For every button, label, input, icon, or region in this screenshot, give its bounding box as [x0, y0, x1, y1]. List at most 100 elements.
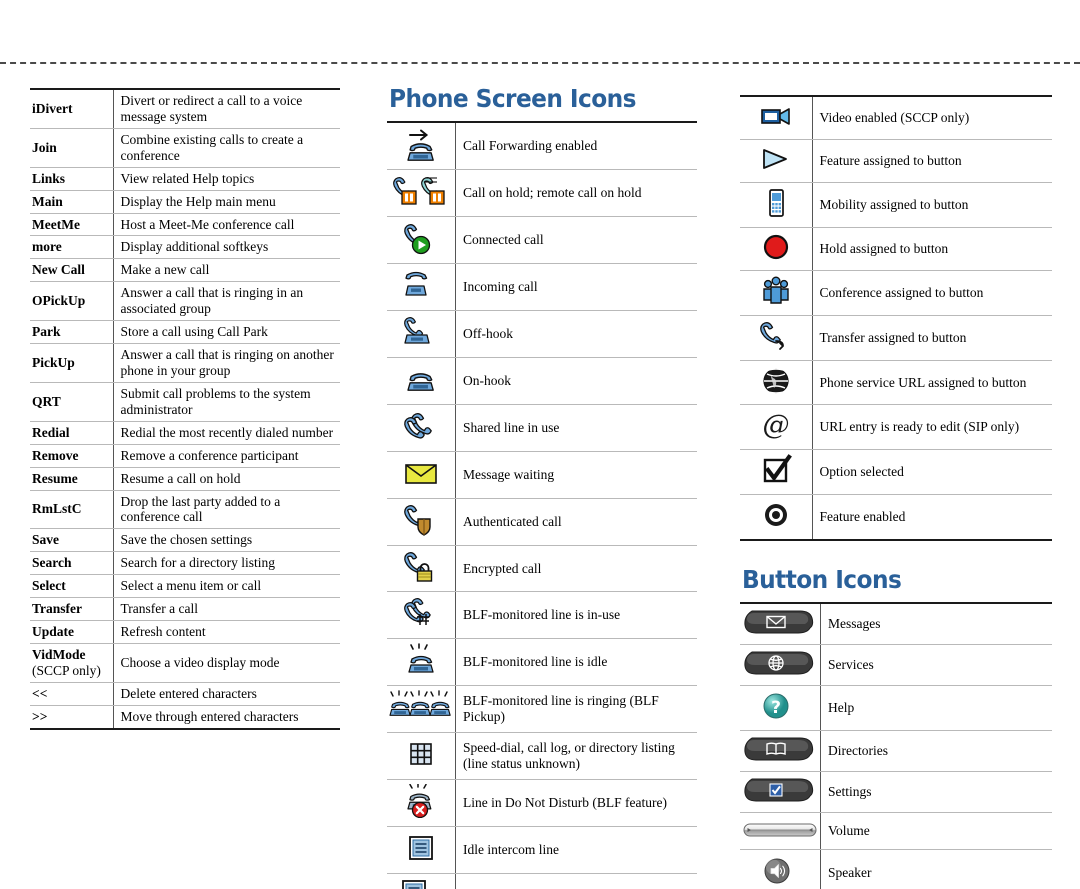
directories-button-icon: [742, 735, 818, 763]
icon-description: Conference assigned to button: [812, 269, 1052, 316]
icon-cell: [387, 638, 456, 687]
table-row: Join Combine existing calls to create a c…: [30, 127, 340, 168]
icon-cell: [387, 544, 456, 593]
table-row: Search Search for a directory listing: [30, 551, 340, 576]
authenticated-call-icon: [401, 503, 441, 537]
table-row: BLF-monitored line is ringing (BLF Picku…: [387, 685, 697, 734]
softkey-description: Move through entered characters: [113, 704, 340, 730]
idle-intercom-icon: [401, 831, 441, 865]
blf-ringing-icon: [389, 690, 453, 724]
table-row: VidMode (SCCP only) Choose a video display…: [30, 642, 340, 683]
icon-description: Idle intercom line: [455, 826, 697, 874]
button-icons-table: Messages Services ? Help Directories Set…: [740, 602, 1052, 889]
message-waiting-icon: [401, 456, 441, 490]
icon-cell: [387, 263, 456, 311]
table-row: Speed-dial, call log, or directory listi…: [387, 732, 697, 781]
icon-cell: [740, 94, 813, 140]
icon-description: Services: [820, 644, 1052, 687]
softkey-description: Transfer a call: [113, 597, 340, 622]
table-row: PickUp Answer a call that is ringing on a…: [30, 343, 340, 383]
volume-button-icon: [742, 817, 818, 843]
table-row: Hold assigned to button: [740, 226, 1052, 271]
button-icons-heading: Button Icons: [742, 565, 902, 595]
icon-description: Volume: [820, 812, 1052, 850]
table-row: Message waiting: [387, 450, 697, 499]
softkey-name: Join: [30, 127, 114, 168]
speaker-button-icon: [758, 854, 802, 888]
icon-description: Connected call: [455, 216, 697, 265]
softkey-name: MeetMe: [30, 212, 114, 237]
softkey-description: Submit call problems to the system admin…: [113, 381, 340, 422]
softkey-description: Display the Help main menu: [113, 189, 340, 214]
softkey-name: Search: [30, 551, 114, 576]
softkey-description: Remove a conference participant: [113, 443, 340, 468]
table-row: ? Help: [740, 685, 1052, 732]
url-entry-edit-icon: @: [756, 409, 796, 441]
softkey-definitions-table: iDivert Divert or redirect a call to a vo…: [30, 87, 340, 730]
icon-cell: [740, 138, 813, 183]
table-row: Park Store a call using Call Park: [30, 320, 340, 345]
on-hook-icon: [401, 362, 441, 396]
table-row: Feature enabled: [740, 494, 1052, 542]
table-row: Connected call: [387, 216, 697, 265]
table-row: Services: [740, 644, 1052, 687]
icon-cell: [387, 732, 456, 781]
table-row: RmLstC Drop the last party added to a con…: [30, 489, 340, 530]
phone-screen-icons-column: Phone Screen Icons Call Forwarding enabl…: [387, 85, 697, 889]
icon-cell: [740, 314, 813, 361]
table-row: Messages: [740, 602, 1052, 646]
icon-cell: [387, 591, 456, 640]
softkey-name: VidMode (SCCP only): [30, 642, 114, 683]
icon-cell: [740, 359, 813, 406]
incoming-call-icon: [401, 268, 441, 302]
icon-description: One-way intercom call: [455, 873, 697, 889]
table-row: OPickUp Answer a call that is ringing in …: [30, 281, 340, 322]
softkey-name: Update: [30, 620, 114, 644]
shared-line-in-use-icon: [401, 409, 441, 443]
table-row: Feature assigned to button: [740, 138, 1052, 183]
icon-description: Off-hook: [455, 309, 697, 358]
softkey-description: Answer a call that is ringing on another…: [113, 343, 340, 383]
table-row: QRT Submit call problems to the system ad…: [30, 381, 340, 422]
softkey-description: Choose a video display mode: [113, 642, 340, 683]
icon-description: On-hook: [455, 356, 697, 405]
icon-description: Help: [820, 685, 1052, 732]
icon-description: Messages: [820, 602, 1052, 646]
icon-description: Speed-dial, call log, or directory listi…: [455, 732, 697, 781]
phone-screen-icons-table: Call Forwarding enabled Call on hold; re…: [387, 121, 697, 889]
option-selected-icon: [756, 454, 796, 486]
icon-description: URL entry is ready to edit (SIP only): [812, 404, 1052, 451]
icon-description: Call on hold; remote call on hold: [455, 169, 697, 218]
hold-button-icon: [756, 232, 796, 262]
icon-description: Speaker: [820, 849, 1052, 889]
table-row: Call on hold; remote call on hold: [387, 169, 697, 218]
softkey-description: Select a menu item or call: [113, 574, 340, 599]
do-not-disturb-icon: [401, 784, 441, 819]
mobility-button-icon: [756, 187, 796, 219]
table-row: Option selected: [740, 449, 1052, 496]
icon-cell: [740, 602, 821, 646]
table-row: New Call Make a new call: [30, 258, 340, 283]
softkey-name: iDivert: [30, 87, 114, 129]
table-row: Volume: [740, 812, 1052, 850]
softkey-name: QRT: [30, 381, 114, 422]
conference-button-icon: [756, 275, 796, 307]
icon-cell: [387, 169, 456, 218]
phone-screen-icons-table-continued: Video enabled (SCCP only) Feature assign…: [740, 94, 1052, 542]
icon-description: BLF-monitored line is idle: [455, 638, 697, 687]
off-hook-icon: [401, 315, 441, 349]
svg-text:@: @: [762, 410, 789, 441]
softkey-name: RmLstC: [30, 489, 114, 530]
table-row: Redial Redial the most recently dialed nu…: [30, 420, 340, 445]
icon-cell: [740, 849, 821, 889]
icon-description: Encrypted call: [455, 544, 697, 593]
table-row: more Display additional softkeys: [30, 235, 340, 260]
video-enabled-icon: [756, 101, 796, 131]
table-row: Line in Do Not Disturb (BLF feature): [387, 779, 697, 828]
table-row: >> Move through entered characters: [30, 704, 340, 730]
table-row: Links View related Help topics: [30, 166, 340, 191]
softkey-description: Combine existing calls to create a confe…: [113, 127, 340, 168]
softkey-name: Save: [30, 528, 114, 553]
softkey-description: View related Help topics: [113, 166, 340, 191]
feature-enabled-icon: [756, 499, 796, 531]
